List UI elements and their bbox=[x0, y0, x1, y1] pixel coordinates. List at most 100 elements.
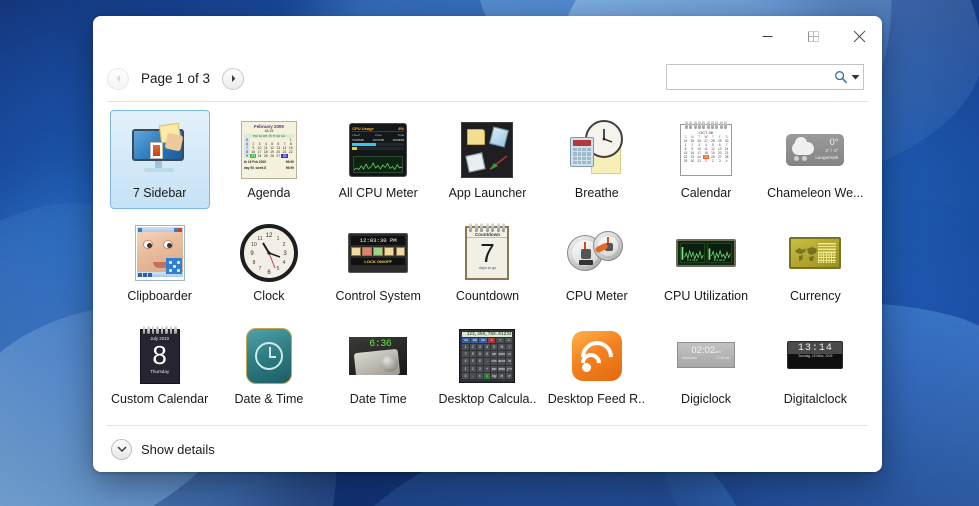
svg-text:12: 12 bbox=[266, 233, 273, 239]
gadget-tile-agenda[interactable]: February 2009 18:19 mo tu we th fr sa su… bbox=[219, 110, 319, 209]
digitalclock-icon: 13:14 Sonntag, 15 März, 2009 bbox=[783, 324, 847, 388]
maximize-button[interactable] bbox=[790, 16, 836, 56]
minimize-icon bbox=[762, 35, 772, 37]
svg-text:6: 6 bbox=[267, 270, 271, 276]
gadget-tile-countdown[interactable]: Countdown 7 days to go Countdown bbox=[437, 213, 537, 312]
digitalclock-date: Sonntag, 15 März, 2009 bbox=[798, 354, 833, 358]
gadget-tile-currency[interactable]: Currency bbox=[765, 213, 865, 312]
gadget-tile-digiclock[interactable]: 02:02am Alarm/Utc 12:00 am Digiclock bbox=[656, 316, 756, 415]
gadget-label: 7 Sidebar bbox=[132, 186, 187, 200]
weather-location: Langemark bbox=[815, 155, 839, 160]
gadget-tile-clock[interactable]: 12 3 6 9 1 2 4 5 7 8 10 11 Clock bbox=[219, 213, 319, 312]
cpu-ghz-left: 2.2 GHz bbox=[687, 258, 699, 262]
cpu-ghz-right: 2.2 GHz bbox=[714, 258, 726, 262]
digiclock-alarm-label: Alarm/Utc bbox=[682, 356, 697, 360]
cpu-col-used: Used bbox=[352, 133, 360, 137]
gadget-label: Clipboarder bbox=[127, 289, 192, 303]
gadget-label: Digiclock bbox=[681, 392, 732, 406]
gadget-tile-cpu-utilization[interactable]: 2.2 GHz 2.2 GHz CPU Utilization bbox=[656, 213, 756, 312]
chevron-down-icon bbox=[851, 74, 860, 80]
desktop-calculator-icon: 123,456,789.01234 M+ MR MC C Xx² 1 2 3 4 5% √ 78… bbox=[455, 324, 519, 388]
pager: Page 1 of 3 bbox=[107, 67, 245, 90]
arrow-icon bbox=[489, 155, 508, 170]
gadget-tile-clipboarder[interactable]: Clipboarder bbox=[110, 213, 210, 312]
custom-calendar-icon: July 2010 8 Thursday bbox=[128, 324, 192, 388]
app-launcher-icon bbox=[455, 118, 519, 182]
gadget-label: All CPU Meter bbox=[338, 186, 418, 200]
cpu-val-used: 5425MB bbox=[352, 138, 364, 142]
gadget-tile-control-system[interactable]: 12:03:30 PM LOCK ON/OFF Control System bbox=[328, 213, 428, 312]
chevron-right-icon bbox=[231, 75, 235, 82]
gadget-gallery-window: Page 1 of 3 7 Sidebar February 2009 18:1… bbox=[93, 16, 882, 472]
gadget-tile-app-launcher[interactable]: App Launcher bbox=[437, 110, 537, 209]
next-page-button[interactable] bbox=[222, 67, 245, 90]
control-system-lock: LOCK ON/OFF bbox=[351, 258, 406, 265]
magnifier-icon bbox=[835, 71, 848, 84]
cpu-val-free: 1647MB bbox=[372, 138, 384, 142]
chameleon-weather-icon: 0° 2° / -2° Langemark bbox=[783, 118, 847, 182]
cpu-meter-icon bbox=[565, 221, 629, 285]
search-icon[interactable] bbox=[834, 65, 849, 89]
gadget-label: Clock bbox=[253, 289, 285, 303]
gadget-tile-calendar[interactable]: OCT 06 SMTWTFS 24 25 26 27 28 29 30 1234567 89… bbox=[656, 110, 756, 209]
close-icon bbox=[853, 30, 865, 42]
seven-sidebar-icon bbox=[128, 118, 192, 182]
gadget-label: Agenda bbox=[247, 186, 291, 200]
maximize-icon bbox=[807, 30, 819, 42]
gadget-tile-desktop-calculator[interactable]: 123,456,789.01234 M+ MR MC C Xx² 1 2 3 4 5% √ 78… bbox=[437, 316, 537, 415]
control-system-icon: 12:03:30 PM LOCK ON/OFF bbox=[346, 221, 410, 285]
calendar-icon: OCT 06 SMTWTFS 24 25 26 27 28 29 30 1234567 89… bbox=[674, 118, 738, 182]
clock-icon: 12 3 6 9 1 2 4 5 7 8 10 11 bbox=[237, 221, 301, 285]
close-button[interactable] bbox=[836, 16, 882, 56]
search-dropdown-button[interactable] bbox=[849, 65, 864, 89]
gadget-label: Date Time bbox=[349, 392, 407, 406]
date-time-icon: 6:36 bbox=[346, 324, 410, 388]
custom-calendar-day: 8 bbox=[152, 340, 167, 370]
gadget-tile-date-time[interactable]: 6:36 Date Time bbox=[328, 316, 428, 415]
gadget-grid: 7 Sidebar February 2009 18:19 mo tu we t… bbox=[93, 102, 882, 425]
gadget-label: Control System bbox=[335, 289, 421, 303]
minimize-button[interactable] bbox=[744, 16, 790, 56]
digiclock-icon: 02:02am Alarm/Utc 12:00 am bbox=[674, 324, 738, 388]
weather-temp: 0° bbox=[829, 137, 839, 147]
gadget-label: Chameleon We... bbox=[767, 186, 864, 200]
gadget-tile-date-and-time[interactable]: Date & Time bbox=[219, 316, 319, 415]
breathe-icon bbox=[565, 118, 629, 182]
gadget-tile-chameleon-weather[interactable]: 0° 2° / -2° Langemark Chameleon We... bbox=[765, 110, 865, 209]
clipboarder-icon bbox=[128, 221, 192, 285]
gadget-tile-7-sidebar[interactable]: 7 Sidebar bbox=[109, 110, 210, 209]
chevron-down-icon bbox=[116, 446, 127, 453]
countdown-foot: days to go bbox=[478, 266, 497, 270]
gadget-label: Currency bbox=[789, 289, 841, 303]
gadget-label: Custom Calendar bbox=[111, 392, 209, 406]
gadget-label: Date & Time bbox=[234, 392, 304, 406]
search-box bbox=[666, 64, 864, 90]
gadget-label: Desktop Calcula... bbox=[438, 392, 537, 406]
gadget-tile-breathe[interactable]: Breathe bbox=[547, 110, 647, 209]
countdown-number: 7 bbox=[480, 238, 495, 268]
svg-text:10: 10 bbox=[251, 242, 257, 248]
previous-page-button[interactable] bbox=[107, 67, 129, 90]
agenda-icon: February 2009 18:19 mo tu we th fr sa su… bbox=[237, 118, 301, 182]
svg-text:7: 7 bbox=[259, 266, 262, 272]
digiclock-time: 02:02 bbox=[691, 345, 716, 356]
gadget-tile-all-cpu-meter[interactable]: CPU Usage 8% Used Free Total 5425MB 1647… bbox=[328, 110, 428, 209]
gadget-tile-cpu-meter[interactable]: CPU Meter bbox=[547, 213, 647, 312]
gadget-label: Calendar bbox=[680, 186, 732, 200]
show-details-button[interactable] bbox=[111, 438, 132, 460]
search-input[interactable] bbox=[667, 65, 834, 89]
svg-text:5: 5 bbox=[277, 266, 280, 272]
gadget-tile-digitalclock[interactable]: 13:14 Sonntag, 15 März, 2009 Digitalcloc… bbox=[765, 316, 865, 415]
cpu-usage-percent: 8% bbox=[398, 126, 405, 131]
gadget-label: CPU Utilization bbox=[664, 289, 749, 303]
date-and-time-icon bbox=[237, 324, 301, 388]
gadget-tile-custom-calendar[interactable]: July 2010 8 Thursday Custom Calendar bbox=[110, 316, 210, 415]
rss-icon bbox=[571, 331, 622, 381]
page-indicator: Page 1 of 3 bbox=[141, 71, 211, 86]
custom-calendar-weekday: Thursday bbox=[150, 369, 170, 374]
gadget-label: App Launcher bbox=[448, 186, 527, 200]
gadget-tile-desktop-feed-reader[interactable]: Desktop Feed R... bbox=[547, 316, 647, 415]
cpu-col-total: Total bbox=[397, 133, 405, 137]
cpu-col-free: Free bbox=[375, 133, 382, 137]
agenda-foot2-left: day 50, week 8 bbox=[243, 166, 267, 170]
